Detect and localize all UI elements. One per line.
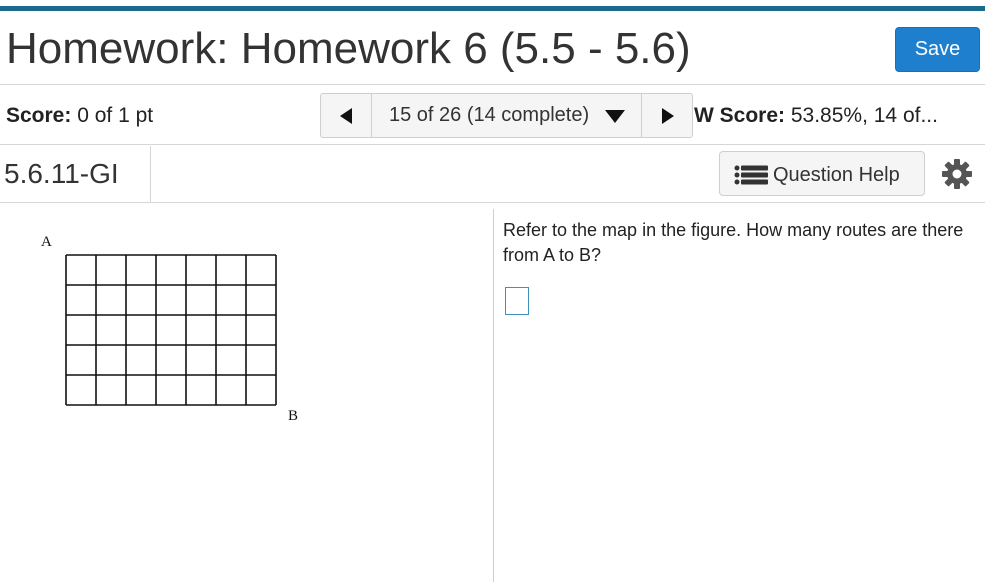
homework-score-value: 53.85%, 14 of... [790,104,938,127]
question-prompt: Refer to the map in the figure. How many… [503,220,964,265]
question-navigator: 15 of 26 (14 complete) [320,93,693,138]
homework-score-label: W Score: [694,104,786,127]
save-button[interactable]: Save [895,27,980,72]
gear-icon[interactable] [940,157,974,191]
question-list-dropdown[interactable]: 15 of 26 (14 complete) [372,94,642,137]
next-question-button[interactable] [642,94,692,137]
triangle-right-icon [662,108,674,124]
question-bar: 5.6.11-GI Question Help [0,146,985,203]
question-position: 15 of 26 (14 complete) [389,104,590,126]
score-bar: Score: 0 of 1 pt 15 of 26 (14 complete) … [0,86,985,145]
score-value: 0 of 1 pt [77,104,154,127]
score-label: Score: [6,104,72,127]
divider [150,146,151,202]
question-help-button[interactable]: Question Help [719,151,925,196]
homework-score-display: W Score: 53.85%, 14 of... [694,103,985,129]
point-b-label: B [288,408,298,424]
point-a-label: A [41,234,52,250]
triangle-left-icon [340,108,352,124]
figure-pane: A B [0,204,493,582]
caret-down-icon [605,110,625,123]
score-display: Score: 0 of 1 pt [6,103,153,129]
page-title: Homework: Homework 6 (5.5 - 5.6) [6,24,691,73]
street-grid [65,254,277,406]
previous-question-button[interactable] [321,94,372,137]
list-icon [734,165,768,185]
pane-divider [493,209,494,582]
title-bar: Homework: Homework 6 (5.5 - 5.6) Save [0,11,985,85]
answer-input[interactable] [505,287,529,315]
question-id: 5.6.11-GI [4,158,119,189]
question-help-label: Question Help [773,164,900,186]
route-map-figure: A B [41,234,298,424]
